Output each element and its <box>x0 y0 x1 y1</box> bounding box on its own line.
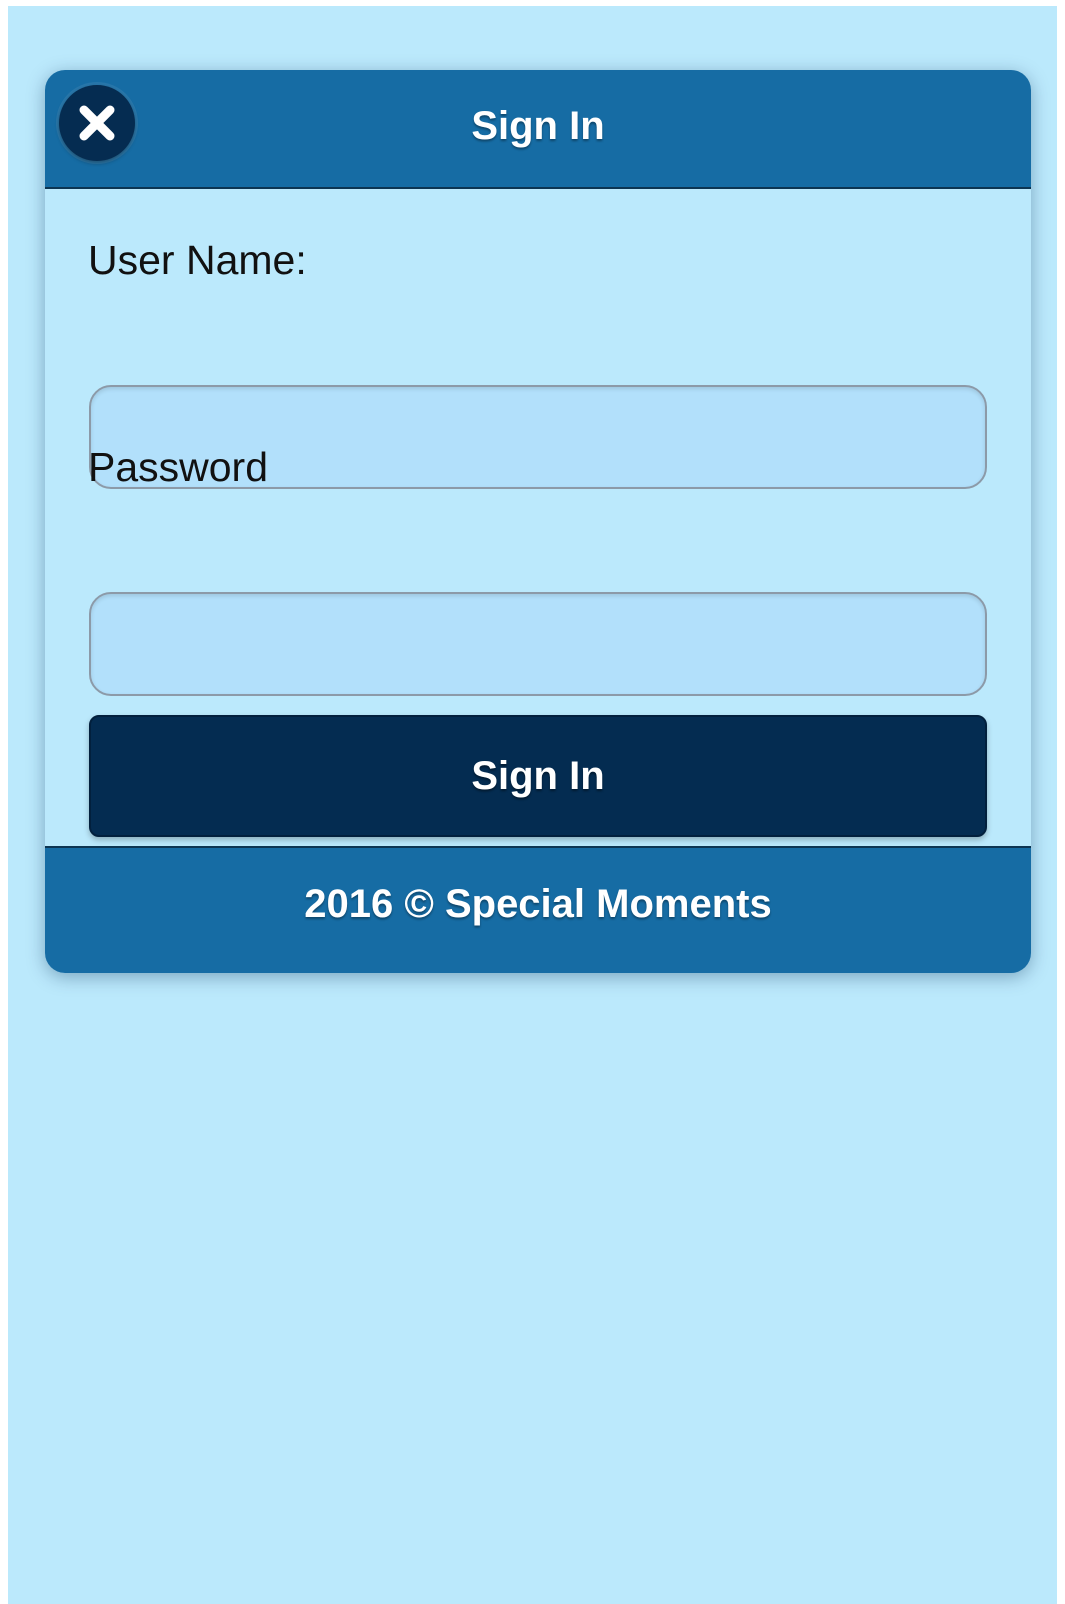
footer-copyright: 2016 © Special Moments <box>304 882 772 926</box>
dialog-footer: 2016 © Special Moments <box>45 846 1031 973</box>
sign-in-button[interactable]: Sign In <box>89 715 987 837</box>
dialog-title: Sign In <box>471 104 605 148</box>
sign-in-form: User Name: Password Sign In <box>45 189 1031 844</box>
app-background: Sign In User Name: Password Sign In 2016… <box>8 6 1057 1604</box>
dialog-header: Sign In <box>45 70 1031 189</box>
password-input[interactable] <box>89 592 987 696</box>
password-label: Password <box>88 444 269 490</box>
username-label: User Name: <box>88 237 307 283</box>
sign-in-dialog: Sign In User Name: Password Sign In 2016… <box>45 70 1031 973</box>
